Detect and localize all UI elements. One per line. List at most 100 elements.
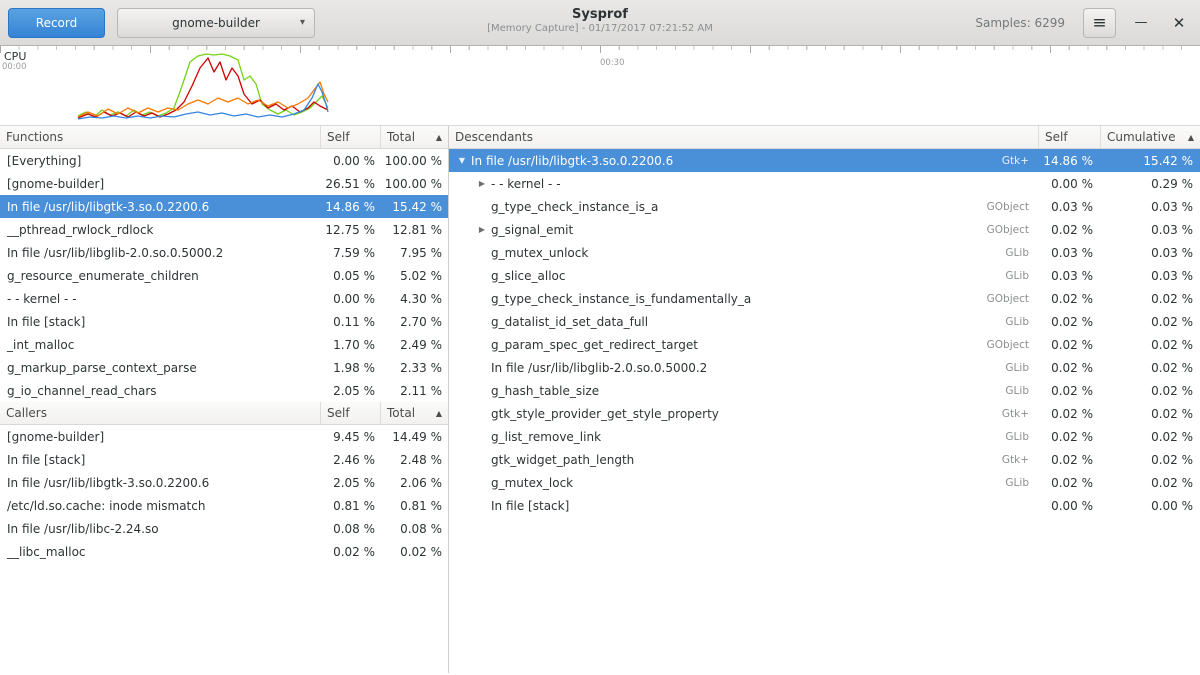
process-dropdown[interactable]: gnome-builder ▾ [117, 8, 315, 38]
descendants-column-header[interactable]: Descendants [449, 126, 1038, 148]
total-percent-cell: 0.81 % [380, 499, 448, 513]
tree-row[interactable]: g_mutex_unlockGLib0.03 %0.03 % [449, 241, 1200, 264]
table-row[interactable]: In file [stack]2.46 %2.48 % [0, 448, 448, 471]
descendants-pane: Descendants Self Cumulative ▲ ▼In file /… [449, 126, 1200, 673]
library-category-label: GObject [987, 339, 1038, 351]
total-percent-cell: 5.02 % [380, 269, 448, 283]
table-row[interactable]: In file /usr/lib/libglib-2.0.so.0.5000.2… [0, 241, 448, 264]
table-row[interactable]: g_markup_parse_context_parse1.98 %2.33 % [0, 356, 448, 379]
table-row[interactable]: [gnome-builder]9.45 %14.49 % [0, 425, 448, 448]
table-row[interactable]: In file /usr/lib/libc-2.24.so0.08 %0.08 … [0, 517, 448, 540]
table-row[interactable]: g_resource_enumerate_children0.05 %5.02 … [0, 264, 448, 287]
descendants-cumulative-column-header[interactable]: Cumulative ▲ [1100, 126, 1200, 148]
table-row[interactable]: /etc/ld.so.cache: inode mismatch0.81 %0.… [0, 494, 448, 517]
function-name-cell: In file /usr/lib/libgtk-3.so.0.2200.6 [0, 200, 320, 214]
callers-self-column-header[interactable]: Self [320, 402, 380, 424]
table-row[interactable]: [gnome-builder]26.51 %100.00 % [0, 172, 448, 195]
tree-row[interactable]: ▼In file /usr/lib/libgtk-3.so.0.2200.6Gt… [449, 149, 1200, 172]
callers-total-column-header[interactable]: Total ▲ [380, 402, 448, 424]
functions-self-column-header[interactable]: Self [320, 126, 380, 148]
tree-row[interactable]: In file /usr/lib/libglib-2.0.so.0.5000.2… [449, 356, 1200, 379]
cumulative-percent-cell: 0.02 % [1100, 407, 1200, 421]
tree-row[interactable]: g_type_check_instance_is_fundamentally_a… [449, 287, 1200, 310]
minimize-button[interactable]: — [1128, 10, 1154, 36]
self-percent-cell: 2.05 % [320, 384, 380, 398]
self-percent-cell: 9.45 % [320, 430, 380, 444]
tree-row[interactable]: g_slice_allocGLib0.03 %0.03 % [449, 264, 1200, 287]
callers-total-label: Total [387, 406, 415, 420]
cumulative-percent-cell: 0.02 % [1100, 453, 1200, 467]
cumulative-percent-cell: 0.02 % [1100, 384, 1200, 398]
callers-column-header[interactable]: Callers [0, 402, 320, 424]
function-name-cell: g_slice_alloc [489, 269, 1005, 283]
tree-row[interactable]: g_mutex_lockGLib0.02 %0.02 % [449, 471, 1200, 494]
descendants-self-column-header[interactable]: Self [1038, 126, 1100, 148]
self-percent-cell: 0.11 % [320, 315, 380, 329]
functions-total-column-header[interactable]: Total ▲ [380, 126, 448, 148]
cumulative-percent-cell: 0.03 % [1100, 246, 1200, 260]
expander-collapsed-icon[interactable]: ▶ [475, 179, 489, 188]
library-category-label: Gtk+ [1002, 155, 1038, 167]
sort-indicator-icon: ▲ [432, 409, 442, 418]
function-name-cell: __pthread_rwlock_rdlock [0, 223, 320, 237]
tree-row[interactable]: gtk_widget_path_lengthGtk+0.02 %0.02 % [449, 448, 1200, 471]
table-row[interactable]: In file [stack]0.11 %2.70 % [0, 310, 448, 333]
samples-count: Samples: 6299 [975, 16, 1065, 30]
total-percent-cell: 0.02 % [380, 545, 448, 559]
window-title-block: Sysprof [Memory Capture] - 01/17/2017 07… [487, 7, 713, 36]
library-category-label: GLib [1005, 385, 1038, 397]
tree-row[interactable]: g_hash_table_sizeGLib0.02 %0.02 % [449, 379, 1200, 402]
function-name-cell: g_mutex_unlock [489, 246, 1005, 260]
table-row[interactable]: In file /usr/lib/libgtk-3.so.0.2200.62.0… [0, 471, 448, 494]
capture-subtitle: [Memory Capture] - 01/17/2017 07:21:52 A… [487, 23, 713, 36]
table-row[interactable]: [Everything]0.00 %100.00 % [0, 149, 448, 172]
record-button[interactable]: Record [8, 8, 105, 38]
expander-collapsed-icon[interactable]: ▶ [475, 225, 489, 234]
total-percent-cell: 2.06 % [380, 476, 448, 490]
cumulative-percent-cell: 0.02 % [1100, 292, 1200, 306]
table-row[interactable]: _int_malloc1.70 %2.49 % [0, 333, 448, 356]
functions-column-header[interactable]: Functions [0, 126, 320, 148]
tree-row[interactable]: g_param_spec_get_redirect_targetGObject0… [449, 333, 1200, 356]
function-name-cell: g_io_channel_read_chars [0, 384, 320, 398]
table-row[interactable]: - - kernel - -0.00 %4.30 % [0, 287, 448, 310]
total-percent-cell: 12.81 % [380, 223, 448, 237]
self-percent-cell: 2.05 % [320, 476, 380, 490]
hamburger-icon: ≡ [1092, 13, 1106, 33]
tree-row[interactable]: gtk_style_provider_get_style_propertyGtk… [449, 402, 1200, 425]
time-start-label: 00:00 [2, 62, 27, 72]
total-percent-cell: 2.11 % [380, 384, 448, 398]
process-dropdown-label: gnome-builder [172, 16, 260, 30]
tree-row[interactable]: ▶- - kernel - -0.00 %0.29 % [449, 172, 1200, 195]
self-percent-cell: 14.86 % [1038, 154, 1100, 168]
cumulative-percent-cell: 0.03 % [1100, 269, 1200, 283]
cumulative-percent-cell: 0.02 % [1100, 476, 1200, 490]
menu-button[interactable]: ≡ [1083, 8, 1116, 38]
cumulative-percent-cell: 0.03 % [1100, 223, 1200, 237]
function-name-cell: In file /usr/lib/libgtk-3.so.0.2200.6 [0, 476, 320, 490]
library-category-label: GObject [987, 201, 1038, 213]
self-percent-cell: 0.05 % [320, 269, 380, 283]
expander-expanded-icon[interactable]: ▼ [455, 156, 469, 165]
tree-row[interactable]: ▶g_signal_emitGObject0.02 %0.03 % [449, 218, 1200, 241]
table-row[interactable]: g_io_channel_read_chars2.05 %2.11 % [0, 379, 448, 402]
table-row[interactable]: In file /usr/lib/libgtk-3.so.0.2200.614.… [0, 195, 448, 218]
functions-total-label: Total [387, 130, 415, 144]
headerbar-right-group: Samples: 6299 ≡ — ✕ [975, 8, 1192, 38]
tree-row[interactable]: g_list_remove_linkGLib0.02 %0.02 % [449, 425, 1200, 448]
descendants-cumulative-label: Cumulative [1107, 130, 1176, 144]
tree-row[interactable]: In file [stack]0.00 %0.00 % [449, 494, 1200, 517]
library-category-label: GObject [987, 293, 1038, 305]
function-name-cell: gtk_style_provider_get_style_property [489, 407, 1002, 421]
self-percent-cell: 0.03 % [1038, 246, 1100, 260]
table-row[interactable]: __libc_malloc0.02 %0.02 % [0, 540, 448, 563]
total-percent-cell: 4.30 % [380, 292, 448, 306]
functions-header-row: Functions Self Total ▲ [0, 126, 448, 149]
close-button[interactable]: ✕ [1166, 10, 1192, 36]
table-row[interactable]: __pthread_rwlock_rdlock12.75 %12.81 % [0, 218, 448, 241]
cpu-graph[interactable]: CPU 00:00 00:30 [0, 46, 1200, 125]
tree-row[interactable]: g_datalist_id_set_data_fullGLib0.02 %0.0… [449, 310, 1200, 333]
tree-row[interactable]: g_type_check_instance_is_aGObject0.03 %0… [449, 195, 1200, 218]
minimize-icon: — [1135, 15, 1148, 30]
descendants-table: ▼In file /usr/lib/libgtk-3.so.0.2200.6Gt… [449, 149, 1200, 517]
